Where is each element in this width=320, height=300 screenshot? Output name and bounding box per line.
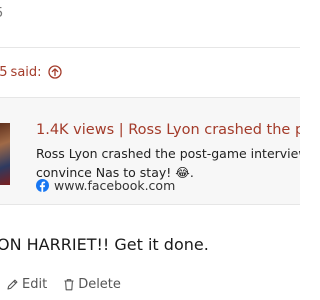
pencil-icon: [7, 279, 18, 290]
quote-attribution: 35 said:: [0, 62, 62, 82]
post-body-text: ON HARRIET!! Get it done.: [0, 235, 209, 254]
link-preview-source: www.facebook.com: [36, 178, 175, 193]
link-preview-source-text: www.facebook.com: [54, 178, 176, 193]
link-preview-description-line1: Ross Lyon crashed the post-game intervie…: [36, 146, 300, 161]
header-partial-text: 5: [0, 3, 3, 25]
delete-label: Delete: [78, 276, 121, 292]
quote-author[interactable]: 35: [0, 65, 8, 80]
post-actions: Edit Delete: [0, 274, 121, 294]
link-preview-title[interactable]: 1.4K views | Ross Lyon crashed the po: [36, 120, 300, 140]
trash-icon: [64, 278, 74, 290]
link-preview-description: Ross Lyon crashed the post-game intervie…: [36, 144, 300, 182]
edit-label: Edit: [22, 276, 48, 292]
forum-post: 5 35 said: 1.4K views | Ross Lyon crashe…: [0, 0, 300, 300]
link-preview-card[interactable]: 1.4K views | Ross Lyon crashed the po Ro…: [0, 97, 300, 205]
quote-said-label: said:: [10, 64, 42, 80]
facebook-icon: [36, 179, 49, 192]
edit-button[interactable]: Edit: [6, 277, 47, 292]
delete-button[interactable]: Delete: [63, 277, 121, 292]
divider: [0, 47, 300, 48]
header-fragment: 5: [0, 3, 10, 25]
arrow-up-circle-icon[interactable]: [47, 65, 62, 79]
video-thumbnail[interactable]: [0, 123, 10, 185]
